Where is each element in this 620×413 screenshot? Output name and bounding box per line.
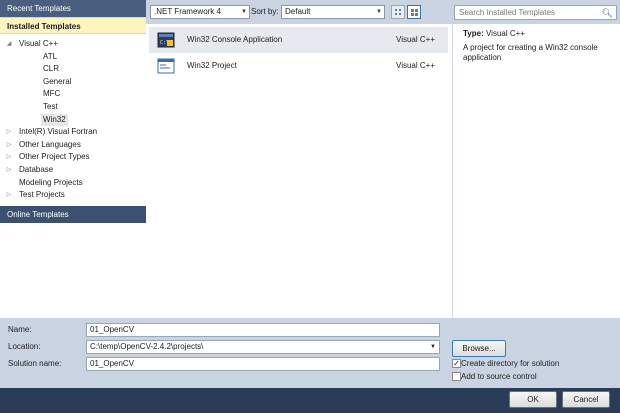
template-language: Visual C++ <box>396 61 435 70</box>
sortby-select-value: Default <box>285 7 311 16</box>
template-tree: ◢ Visual C++ ATL CLR General MFC Test Win32 ▷ Int… <box>0 38 146 202</box>
chevron-down-icon: ▼ <box>241 9 247 15</box>
console-app-icon: C:\ <box>157 32 175 48</box>
tree-item[interactable]: ▷ Intel(R) Visual Fortran <box>0 126 146 139</box>
project-details-form: Name: 01_OpenCV Location: C:\temp\OpenCV… <box>0 318 620 388</box>
location-label: Location: <box>8 342 41 351</box>
location-value: C:\temp\OpenCV-2.4.2\projects\ <box>90 342 204 351</box>
collapsed-arrow-icon[interactable]: ▷ <box>5 189 13 202</box>
tree-item[interactable]: Test <box>0 101 146 114</box>
collapsed-arrow-icon[interactable]: ▷ <box>5 126 13 139</box>
template-type: Type: Visual C++ <box>463 29 525 38</box>
new-project-dialog: Recent Templates Installed Templates ◢ Vi… <box>0 0 620 413</box>
tree-item-label: Test Projects <box>19 190 65 200</box>
collapsed-arrow-icon[interactable]: ▷ <box>5 139 13 152</box>
grid-view-icon <box>411 9 414 12</box>
template-info-pane: Type: Visual C++ A project for creating … <box>452 24 620 318</box>
name-label: Name: <box>8 325 32 334</box>
create-directory-checkbox[interactable]: ✓ <box>452 359 461 368</box>
tree-item-label: Other Languages <box>19 139 81 149</box>
sortby-label: Sort by: <box>251 7 279 16</box>
type-label: Type: <box>463 29 484 38</box>
list-view-icon <box>395 9 397 11</box>
left-pane-blank <box>0 223 146 318</box>
template-row[interactable]: C:\ Win32 Console Application Visual C++ <box>149 27 448 53</box>
tree-item[interactable]: ▷ Other Project Types <box>0 151 146 164</box>
chevron-down-icon: ▼ <box>376 9 382 15</box>
collapsed-arrow-icon[interactable]: ▷ <box>5 151 13 164</box>
name-field[interactable]: 01_OpenCV <box>86 323 440 337</box>
solution-name-value: 01_OpenCV <box>90 359 135 368</box>
name-value: 01_OpenCV <box>90 325 135 334</box>
template-description: A project for creating a Win32 console a… <box>463 43 598 62</box>
tree-item-label: General <box>43 76 72 86</box>
installed-templates-header[interactable]: Installed Templates <box>0 17 146 34</box>
framework-select[interactable]: .NET Framework 4 ▼ <box>150 5 250 19</box>
tree-item[interactable]: CLR <box>0 63 146 76</box>
framework-select-value: .NET Framework 4 <box>154 7 221 16</box>
tree-item[interactable]: ▷ Other Languages <box>0 139 146 152</box>
tree-item-label: Win32 <box>41 113 68 127</box>
tree-item-label: MFC <box>43 89 61 99</box>
type-value: Visual C++ <box>485 29 525 38</box>
search-placeholder: Search Installed Templates <box>459 8 555 17</box>
tree-item-label: Other Project Types <box>19 152 90 162</box>
create-directory-label: Create directory for solution <box>461 359 560 368</box>
tree-item-label: CLR <box>43 64 60 74</box>
template-list: C:\ Win32 Console Application Visual C++… <box>146 24 452 318</box>
win32-project-icon <box>157 58 175 74</box>
template-name: Win32 Project <box>187 61 237 70</box>
tree-item[interactable]: General <box>0 76 146 89</box>
solution-name-label: Solution name: <box>8 359 62 368</box>
expanded-arrow-icon[interactable]: ◢ <box>5 38 13 51</box>
tree-item[interactable]: MFC <box>0 88 146 101</box>
sortby-select[interactable]: Default ▼ <box>281 5 385 19</box>
tree-item-label: Database <box>19 164 54 174</box>
template-toolbar: .NET Framework 4 ▼ Sort by: Default ▼ Se… <box>146 0 620 24</box>
recent-templates-header[interactable]: Recent Templates <box>0 0 146 17</box>
source-control-checkbox[interactable] <box>452 372 461 381</box>
template-row[interactable]: Win32 Project Visual C++ <box>149 53 448 79</box>
search-icon[interactable]: 🔍︎ <box>602 7 613 20</box>
template-language: Visual C++ <box>396 35 435 44</box>
tree-item[interactable]: ATL <box>0 51 146 64</box>
tree-item[interactable]: ▷ Database <box>0 164 146 177</box>
tree-item[interactable]: ◢ Visual C++ <box>0 38 146 51</box>
cancel-button[interactable]: Cancel <box>562 391 610 408</box>
search-input[interactable]: Search Installed Templates 🔍︎ <box>454 5 617 20</box>
list-view-button[interactable] <box>391 5 405 19</box>
template-categories-pane: Recent Templates Installed Templates ◢ Vi… <box>0 0 146 318</box>
ok-button[interactable]: OK <box>509 391 557 408</box>
tree-item-label: Visual C++ <box>19 39 58 48</box>
chevron-down-icon[interactable]: ▼ <box>430 341 436 353</box>
collapsed-arrow-icon[interactable]: ▷ <box>5 164 13 177</box>
tree-item-label: ATL <box>43 51 58 61</box>
source-control-label: Add to source control <box>461 372 537 381</box>
solution-name-field[interactable]: 01_OpenCV <box>86 357 440 371</box>
tree-item[interactable]: Modeling Projects <box>0 177 146 190</box>
tree-item-label: Modeling Projects <box>19 177 83 187</box>
online-templates-header[interactable]: Online Templates <box>0 206 146 223</box>
browse-button[interactable]: Browse... <box>452 340 506 357</box>
tree-item-label: Test <box>43 101 58 111</box>
tree-item-label: Intel(R) Visual Fortran <box>19 127 98 137</box>
location-field[interactable]: C:\temp\OpenCV-2.4.2\projects\ ▼ <box>86 340 440 354</box>
template-name: Win32 Console Application <box>187 35 283 44</box>
large-icons-view-button[interactable] <box>407 5 421 19</box>
tree-item[interactable]: Win32 <box>0 113 146 127</box>
tree-item[interactable]: ▷ Test Projects <box>0 189 146 202</box>
